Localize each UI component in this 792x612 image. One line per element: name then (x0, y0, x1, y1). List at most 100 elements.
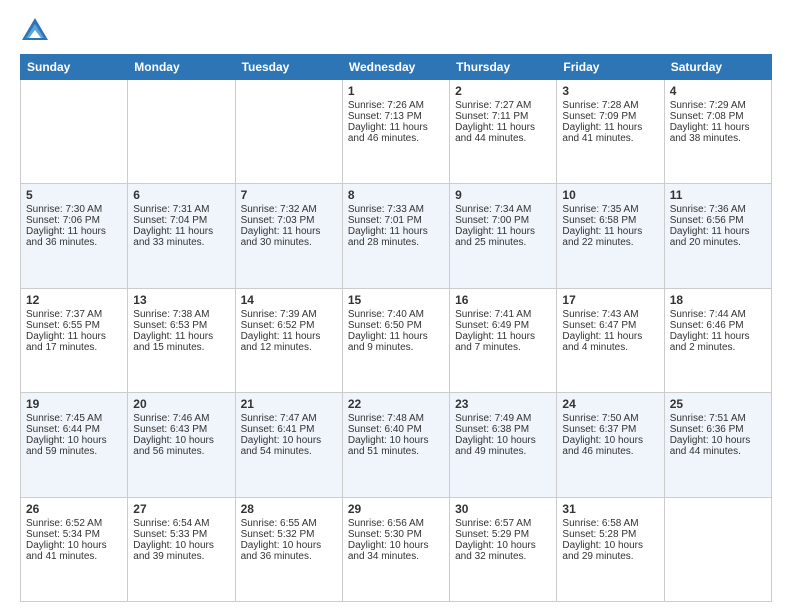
daylight-text: Daylight: 11 hours and 20 minutes. (670, 226, 766, 248)
day-number: 15 (348, 293, 444, 307)
day-number: 7 (241, 188, 337, 202)
day-number: 27 (133, 502, 229, 516)
sunrise-text: Sunrise: 7:33 AM (348, 204, 444, 215)
calendar-header-row: SundayMondayTuesdayWednesdayThursdayFrid… (21, 55, 772, 80)
daylight-text: Daylight: 11 hours and 17 minutes. (26, 331, 122, 353)
day-number: 19 (26, 397, 122, 411)
day-number: 2 (455, 84, 551, 98)
day-number: 22 (348, 397, 444, 411)
daylight-text: Daylight: 11 hours and 36 minutes. (26, 226, 122, 248)
daylight-text: Daylight: 10 hours and 36 minutes. (241, 540, 337, 562)
day-number: 3 (562, 84, 658, 98)
daylight-text: Daylight: 10 hours and 59 minutes. (26, 435, 122, 457)
sunrise-text: Sunrise: 7:49 AM (455, 413, 551, 424)
daylight-text: Daylight: 11 hours and 9 minutes. (348, 331, 444, 353)
daylight-text: Daylight: 11 hours and 41 minutes. (562, 122, 658, 144)
sunrise-text: Sunrise: 7:30 AM (26, 204, 122, 215)
day-number: 17 (562, 293, 658, 307)
sunrise-text: Sunrise: 7:39 AM (241, 309, 337, 320)
daylight-text: Daylight: 11 hours and 38 minutes. (670, 122, 766, 144)
calendar-day-header: Sunday (21, 55, 128, 80)
sunset-text: Sunset: 5:33 PM (133, 529, 229, 540)
sunset-text: Sunset: 6:40 PM (348, 424, 444, 435)
sunset-text: Sunset: 6:47 PM (562, 320, 658, 331)
sunrise-text: Sunrise: 7:37 AM (26, 309, 122, 320)
day-number: 25 (670, 397, 766, 411)
daylight-text: Daylight: 10 hours and 54 minutes. (241, 435, 337, 457)
day-number: 11 (670, 188, 766, 202)
sunrise-text: Sunrise: 6:56 AM (348, 518, 444, 529)
sunset-text: Sunset: 6:36 PM (670, 424, 766, 435)
daylight-text: Daylight: 10 hours and 56 minutes. (133, 435, 229, 457)
sunrise-text: Sunrise: 6:52 AM (26, 518, 122, 529)
calendar-cell: 4Sunrise: 7:29 AMSunset: 7:08 PMDaylight… (664, 80, 771, 184)
calendar-cell: 5 Sunrise: 7:30 AMSunset: 7:06 PMDaylight… (21, 184, 128, 288)
logo-icon (20, 16, 50, 46)
sunrise-text: Sunrise: 6:57 AM (455, 518, 551, 529)
sunrise-text: Sunrise: 7:43 AM (562, 309, 658, 320)
sunrise-text: Sunrise: 7:35 AM (562, 204, 658, 215)
sunset-text: Sunset: 6:55 PM (26, 320, 122, 331)
sunset-text: Sunset: 5:30 PM (348, 529, 444, 540)
calendar-cell: 2Sunrise: 7:27 AMSunset: 7:11 PMDaylight… (450, 80, 557, 184)
day-number: 18 (670, 293, 766, 307)
calendar-week-row: 12Sunrise: 7:37 AMSunset: 6:55 PMDayligh… (21, 288, 772, 392)
calendar-week-row: 1Sunrise: 7:26 AMSunset: 7:13 PMDaylight… (21, 80, 772, 184)
sunset-text: Sunset: 6:52 PM (241, 320, 337, 331)
sunset-text: Sunset: 7:01 PM (348, 215, 444, 226)
daylight-text: Daylight: 10 hours and 41 minutes. (26, 540, 122, 562)
calendar-day-header: Wednesday (342, 55, 449, 80)
calendar-cell: 25Sunrise: 7:51 AMSunset: 6:36 PMDayligh… (664, 393, 771, 497)
daylight-text: Daylight: 11 hours and 12 minutes. (241, 331, 337, 353)
calendar-cell: 26Sunrise: 6:52 AMSunset: 5:34 PMDayligh… (21, 497, 128, 601)
calendar-cell: 15Sunrise: 7:40 AMSunset: 6:50 PMDayligh… (342, 288, 449, 392)
day-number: 4 (670, 84, 766, 98)
day-number: 14 (241, 293, 337, 307)
calendar-cell: 28Sunrise: 6:55 AMSunset: 5:32 PMDayligh… (235, 497, 342, 601)
day-number: 5 (26, 188, 122, 202)
sunrise-text: Sunrise: 7:32 AM (241, 204, 337, 215)
sunrise-text: Sunrise: 7:47 AM (241, 413, 337, 424)
sunset-text: Sunset: 5:32 PM (241, 529, 337, 540)
daylight-text: Daylight: 11 hours and 7 minutes. (455, 331, 551, 353)
logo (20, 16, 54, 46)
sunrise-text: Sunrise: 7:36 AM (670, 204, 766, 215)
calendar-cell: 12 Sunrise: 7:37 AMSunset: 6:55 PMDayligh… (21, 288, 128, 392)
day-number: 1 (348, 84, 444, 98)
sunset-text: Sunset: 6:49 PM (455, 320, 551, 331)
calendar-cell: 30Sunrise: 6:57 AMSunset: 5:29 PMDayligh… (450, 497, 557, 601)
calendar-week-row: 19Sunrise: 7:45 AMSunset: 6:44 PMDayligh… (21, 393, 772, 497)
calendar-cell: 13Sunrise: 7:38 AMSunset: 6:53 PMDayligh… (128, 288, 235, 392)
calendar-cell: 27Sunrise: 6:54 AMSunset: 5:33 PMDayligh… (128, 497, 235, 601)
daylight-text: Daylight: 11 hours and 2 minutes. (670, 331, 766, 353)
calendar-day-header: Tuesday (235, 55, 342, 80)
sunset-text: Sunset: 6:46 PM (670, 320, 766, 331)
sunset-text: Sunset: 7:06 PM (26, 215, 122, 226)
sunset-text: Sunset: 5:28 PM (562, 529, 658, 540)
calendar-cell: 21Sunrise: 7:47 AMSunset: 6:41 PMDayligh… (235, 393, 342, 497)
day-number: 29 (348, 502, 444, 516)
sunrise-text: Sunrise: 7:44 AM (670, 309, 766, 320)
sunrise-text: Sunrise: 7:34 AM (455, 204, 551, 215)
sunrise-text: Sunrise: 6:54 AM (133, 518, 229, 529)
sunset-text: Sunset: 6:41 PM (241, 424, 337, 435)
daylight-text: Daylight: 10 hours and 29 minutes. (562, 540, 658, 562)
header (20, 16, 772, 46)
calendar-cell: 8Sunrise: 7:33 AMSunset: 7:01 PMDaylight… (342, 184, 449, 288)
daylight-text: Daylight: 10 hours and 32 minutes. (455, 540, 551, 562)
sunrise-text: Sunrise: 7:41 AM (455, 309, 551, 320)
sunset-text: Sunset: 6:53 PM (133, 320, 229, 331)
daylight-text: Daylight: 11 hours and 22 minutes. (562, 226, 658, 248)
calendar-cell (664, 497, 771, 601)
sunrise-text: Sunrise: 7:50 AM (562, 413, 658, 424)
calendar-cell (21, 80, 128, 184)
calendar-cell: 1Sunrise: 7:26 AMSunset: 7:13 PMDaylight… (342, 80, 449, 184)
daylight-text: Daylight: 11 hours and 44 minutes. (455, 122, 551, 144)
day-number: 31 (562, 502, 658, 516)
sunrise-text: Sunrise: 6:58 AM (562, 518, 658, 529)
day-number: 6 (133, 188, 229, 202)
calendar-cell: 23Sunrise: 7:49 AMSunset: 6:38 PMDayligh… (450, 393, 557, 497)
calendar-cell: 7Sunrise: 7:32 AMSunset: 7:03 PMDaylight… (235, 184, 342, 288)
day-number: 12 (26, 293, 122, 307)
sunset-text: Sunset: 6:58 PM (562, 215, 658, 226)
